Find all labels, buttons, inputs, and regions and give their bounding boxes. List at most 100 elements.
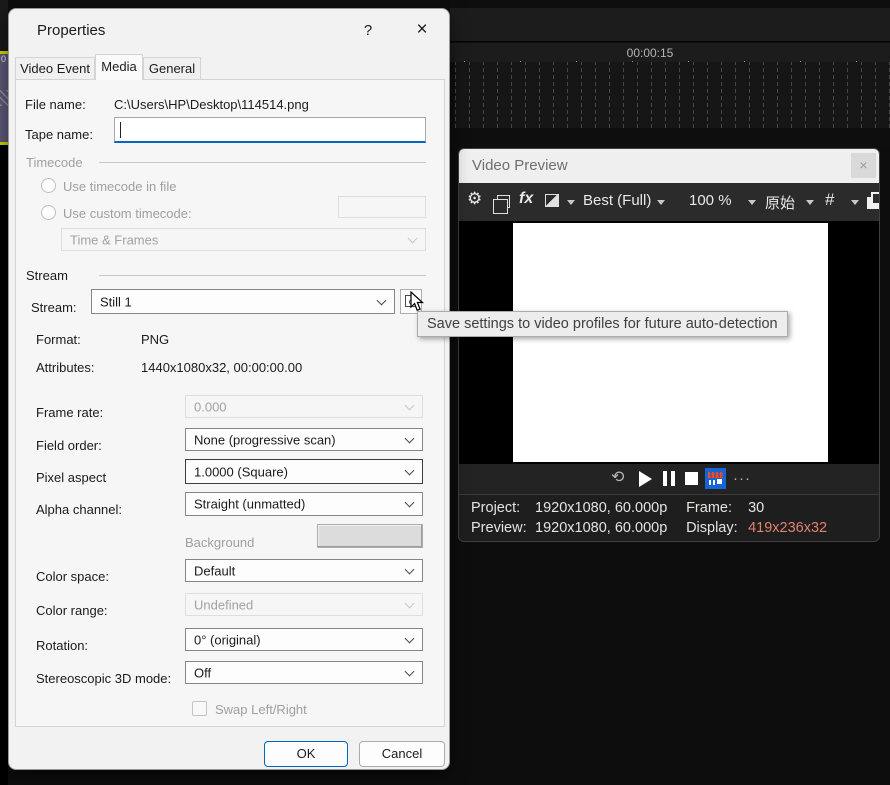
overlay-mode-dropdown[interactable]: 原始 <box>765 192 795 213</box>
chevron-down-icon <box>408 233 418 243</box>
tooltip: Save settings to video profiles for futu… <box>417 311 788 337</box>
stream-dropdown[interactable]: Still 1 <box>91 289 395 314</box>
use-custom-timecode-label: Use custom timecode: <box>63 206 192 221</box>
pixel-aspect-label: Pixel aspect <box>36 470 106 485</box>
timeline-marker-bar[interactable] <box>450 8 890 42</box>
display-value: 419x236x32 <box>748 520 827 536</box>
external-monitor-icon[interactable] <box>867 197 879 209</box>
tab-video-event[interactable]: Video Event <box>15 57 95 80</box>
frame-rate-label: Frame rate: <box>36 405 103 420</box>
background-color-button[interactable] <box>317 524 423 548</box>
frame-rate-dropdown[interactable]: 0.000 <box>185 395 423 418</box>
tape-name-input[interactable] <box>114 117 426 143</box>
tab-media[interactable]: Media <box>95 54 143 80</box>
file-name-label: File name: <box>25 97 86 112</box>
color-space-dropdown[interactable]: Default <box>185 559 423 582</box>
preview-settings-gear-icon[interactable]: ⚙ <box>467 189 482 209</box>
chevron-down-icon <box>405 633 415 643</box>
preview-quality-dropdown[interactable]: Best (Full) <box>583 192 651 209</box>
attributes-value: 1440x1080x32, 00:00:00.00 <box>141 360 302 375</box>
chevron-down-icon <box>405 400 415 410</box>
properties-dialog: Properties ? × Video Event Media General… <box>8 8 450 770</box>
use-timecode-in-file-label: Use timecode in file <box>63 179 176 194</box>
copy-snapshot-icon[interactable] <box>497 195 510 208</box>
grid-overlay-icon[interactable]: # <box>825 190 834 210</box>
transport-bar: ⟲ ··· <box>459 464 879 494</box>
help-icon[interactable]: ? <box>357 22 379 39</box>
keyboard-scrub-toggle-active[interactable] <box>705 468 726 489</box>
alpha-channel-dropdown[interactable]: Straight (unmatted) <box>185 492 423 516</box>
preview-status-bar: Project: 1920x1080, 60.000p Frame: 30 Pr… <box>459 494 879 542</box>
track-area-edge: 0 <box>0 0 8 785</box>
attributes-label: Attributes: <box>36 360 95 375</box>
custom-timecode-input[interactable] <box>338 196 426 218</box>
swap-left-right-label: Swap Left/Right <box>215 702 307 717</box>
video-fx-icon[interactable]: fx <box>519 190 533 208</box>
field-order-label: Field order: <box>36 438 102 453</box>
timeline-panel: 00:00:15 <box>450 0 890 148</box>
play-icon[interactable] <box>639 471 652 487</box>
file-name-value: C:\Users\HP\Desktop\114514.png <box>114 97 309 112</box>
tab-general[interactable]: General <box>143 57 201 80</box>
field-order-dropdown[interactable]: None (progressive scan) <box>185 428 423 451</box>
use-timecode-in-file-radio[interactable] <box>41 178 56 193</box>
rotation-label: Rotation: <box>36 638 88 653</box>
preview-label: Preview: <box>471 520 531 536</box>
use-custom-timecode-radio[interactable] <box>41 205 56 220</box>
zoom-level-dropdown[interactable]: 100 % <box>689 192 732 209</box>
chevron-down-icon[interactable] <box>657 200 665 205</box>
group-divider <box>99 162 426 163</box>
swap-left-right-checkbox[interactable] <box>192 701 207 716</box>
split-screen-icon[interactable] <box>545 194 559 207</box>
stream-group-label: Stream <box>26 268 68 283</box>
timecode-group-label: Timecode <box>26 155 83 170</box>
color-space-label: Color space: <box>36 569 109 584</box>
format-value: PNG <box>141 332 169 347</box>
display-label: Display: <box>686 520 744 536</box>
timecode-format-dropdown[interactable]: Time & Frames <box>61 228 426 251</box>
color-range-label: Color range: <box>36 603 108 618</box>
group-divider <box>99 275 426 276</box>
chevron-down-icon <box>405 666 415 676</box>
chevron-down-icon <box>405 564 415 574</box>
close-icon[interactable]: × <box>409 19 435 41</box>
stereoscopic-3d-mode-label: Stereoscopic 3D mode: <box>36 671 171 686</box>
text-caret <box>120 122 121 138</box>
project-label: Project: <box>471 500 531 516</box>
chevron-down-icon[interactable] <box>851 200 859 205</box>
loop-playback-icon[interactable]: ⟲ <box>611 467 624 487</box>
chevron-down-icon[interactable] <box>567 200 575 205</box>
stream-label: Stream: <box>31 300 77 315</box>
preview-frame-image <box>513 223 828 462</box>
stereoscopic-3d-mode-dropdown[interactable]: Off <box>185 661 423 684</box>
chevron-down-icon <box>377 295 387 305</box>
chevron-down-icon[interactable] <box>748 200 756 205</box>
frame-label: Frame: <box>686 500 744 516</box>
video-preview-titlebar[interactable]: Video Preview × <box>459 149 879 183</box>
alpha-channel-label: Alpha channel: <box>36 502 122 517</box>
timeline-time-label: 00:00:15 <box>590 46 710 60</box>
video-preview-title: Video Preview <box>472 157 568 174</box>
background-label: Background <box>185 535 254 550</box>
chevron-down-icon <box>405 598 415 608</box>
frame-value: 30 <box>748 500 764 516</box>
track-highlight-line <box>0 142 8 145</box>
close-icon[interactable]: × <box>851 153 876 178</box>
cancel-button[interactable]: Cancel <box>359 741 445 767</box>
project-value: 1920x1080, 60.000p <box>535 500 682 516</box>
chevron-down-icon[interactable] <box>806 200 814 205</box>
chevron-down-icon <box>405 498 415 508</box>
rotation-dropdown[interactable]: 0° (original) <box>185 628 423 651</box>
video-preview-window: Video Preview × ⚙ fx Best (Full) 100 % 原… <box>458 148 880 542</box>
pause-icon[interactable] <box>663 471 675 486</box>
stop-icon[interactable] <box>685 472 698 485</box>
ok-button[interactable]: OK <box>264 741 348 767</box>
color-range-dropdown[interactable]: Undefined <box>185 593 423 616</box>
pixel-aspect-dropdown[interactable]: 1.0000 (Square) <box>185 459 423 484</box>
dialog-title: Properties <box>37 22 105 39</box>
timeline-grid <box>455 62 890 128</box>
more-options-icon[interactable]: ··· <box>733 470 751 487</box>
preview-canvas <box>459 221 879 464</box>
preview-value: 1920x1080, 60.000p <box>535 520 682 536</box>
chevron-down-icon <box>405 465 415 475</box>
